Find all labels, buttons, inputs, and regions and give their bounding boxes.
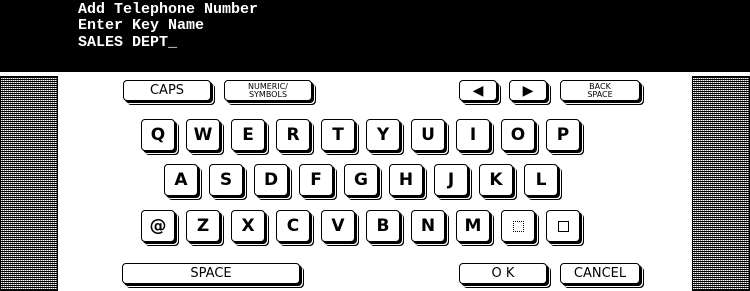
key-m-label: M: [464, 216, 482, 236]
key-p[interactable]: P: [546, 119, 580, 151]
key-c-label: C: [286, 216, 300, 236]
key-r[interactable]: R: [276, 119, 310, 151]
space-button[interactable]: SPACE: [122, 263, 300, 284]
key-w[interactable]: W: [186, 119, 220, 151]
key-a[interactable]: A: [164, 164, 198, 196]
key-e[interactable]: E: [231, 119, 265, 151]
key-n-label: N: [420, 216, 436, 236]
key-e-label: E: [242, 125, 254, 145]
left-arrow-icon: ◀: [472, 82, 484, 99]
key-m[interactable]: M: [456, 210, 490, 242]
key-y[interactable]: Y: [366, 119, 400, 151]
left-side-pattern: [0, 76, 58, 291]
key-j-label: J: [447, 170, 455, 190]
numeric-symbols-button[interactable]: NUMERIC/ SYMBOLS: [224, 80, 312, 101]
key-l-label: L: [535, 170, 547, 190]
key-b[interactable]: B: [366, 210, 400, 242]
key-x-label: X: [241, 216, 255, 236]
ok-button[interactable]: O K: [459, 263, 547, 284]
key-i[interactable]: I: [456, 119, 490, 151]
dot-space-icon: [512, 220, 524, 232]
right-side-pattern: [692, 76, 750, 291]
key-c[interactable]: C: [276, 210, 310, 242]
key-t[interactable]: T: [321, 119, 355, 151]
key-j[interactable]: J: [434, 164, 468, 196]
key-p-label: P: [556, 125, 570, 145]
display-header: Add Telephone Number Enter Key Name SALE…: [0, 0, 750, 72]
cursor-right-button[interactable]: ▶: [509, 80, 547, 101]
header-prompt: Enter Key Name: [78, 17, 205, 34]
key-k-label: K: [489, 170, 503, 190]
space-label: SPACE: [190, 266, 232, 281]
key-r-label: R: [286, 125, 300, 145]
ok-label: O K: [491, 266, 515, 281]
caps-label: CAPS: [149, 83, 185, 98]
key-n[interactable]: N: [411, 210, 445, 242]
key-o[interactable]: O: [501, 119, 535, 151]
space-label-small: SPACE: [587, 89, 613, 99]
key-t-label: T: [332, 125, 344, 145]
header-title: Add Telephone Number: [78, 1, 259, 18]
key-o-label: O: [510, 125, 526, 145]
key-at-label: @: [149, 216, 167, 236]
key-l[interactable]: L: [524, 164, 558, 196]
key-y-label: Y: [376, 125, 390, 145]
key-u[interactable]: U: [411, 119, 445, 151]
key-u-label: U: [421, 125, 435, 145]
key-a-label: A: [174, 170, 188, 190]
back-space-button[interactable]: BACK SPACE: [560, 80, 640, 101]
key-h[interactable]: H: [389, 164, 423, 196]
key-name-entry: SALES DEPT_: [78, 34, 178, 51]
key-x[interactable]: X: [231, 210, 265, 242]
key-b-label: B: [376, 216, 390, 236]
caps-button[interactable]: CAPS: [123, 80, 211, 101]
key-v[interactable]: V: [321, 210, 355, 242]
key-h-label: H: [398, 170, 414, 190]
key-q[interactable]: Q: [141, 119, 175, 151]
key-d[interactable]: D: [254, 164, 288, 196]
symbols-label: SYMBOLS: [248, 89, 288, 99]
key-k[interactable]: K: [479, 164, 513, 196]
key-f-label: F: [310, 170, 322, 190]
key-i-label: I: [469, 125, 477, 145]
cancel-label: CANCEL: [573, 266, 627, 281]
key-w-label: W: [193, 125, 213, 145]
key-g-label: G: [354, 170, 368, 190]
key-f[interactable]: F: [299, 164, 333, 196]
key-g[interactable]: G: [344, 164, 378, 196]
right-arrow-icon: ▶: [522, 82, 534, 99]
key-z-label: Z: [196, 216, 210, 236]
cursor-left-button[interactable]: ◀: [459, 80, 497, 101]
key-v-label: V: [331, 216, 345, 236]
key-d-label: D: [263, 170, 279, 190]
key-blank-space[interactable]: [546, 210, 580, 242]
key-dot-space[interactable]: [501, 210, 535, 242]
key-s-label: S: [219, 170, 233, 190]
key-z[interactable]: Z: [186, 210, 220, 242]
key-s[interactable]: S: [209, 164, 243, 196]
key-at[interactable]: @: [141, 210, 175, 242]
cancel-button[interactable]: CANCEL: [560, 263, 640, 284]
key-q-label: Q: [150, 125, 166, 145]
blank-space-icon: [557, 220, 569, 232]
